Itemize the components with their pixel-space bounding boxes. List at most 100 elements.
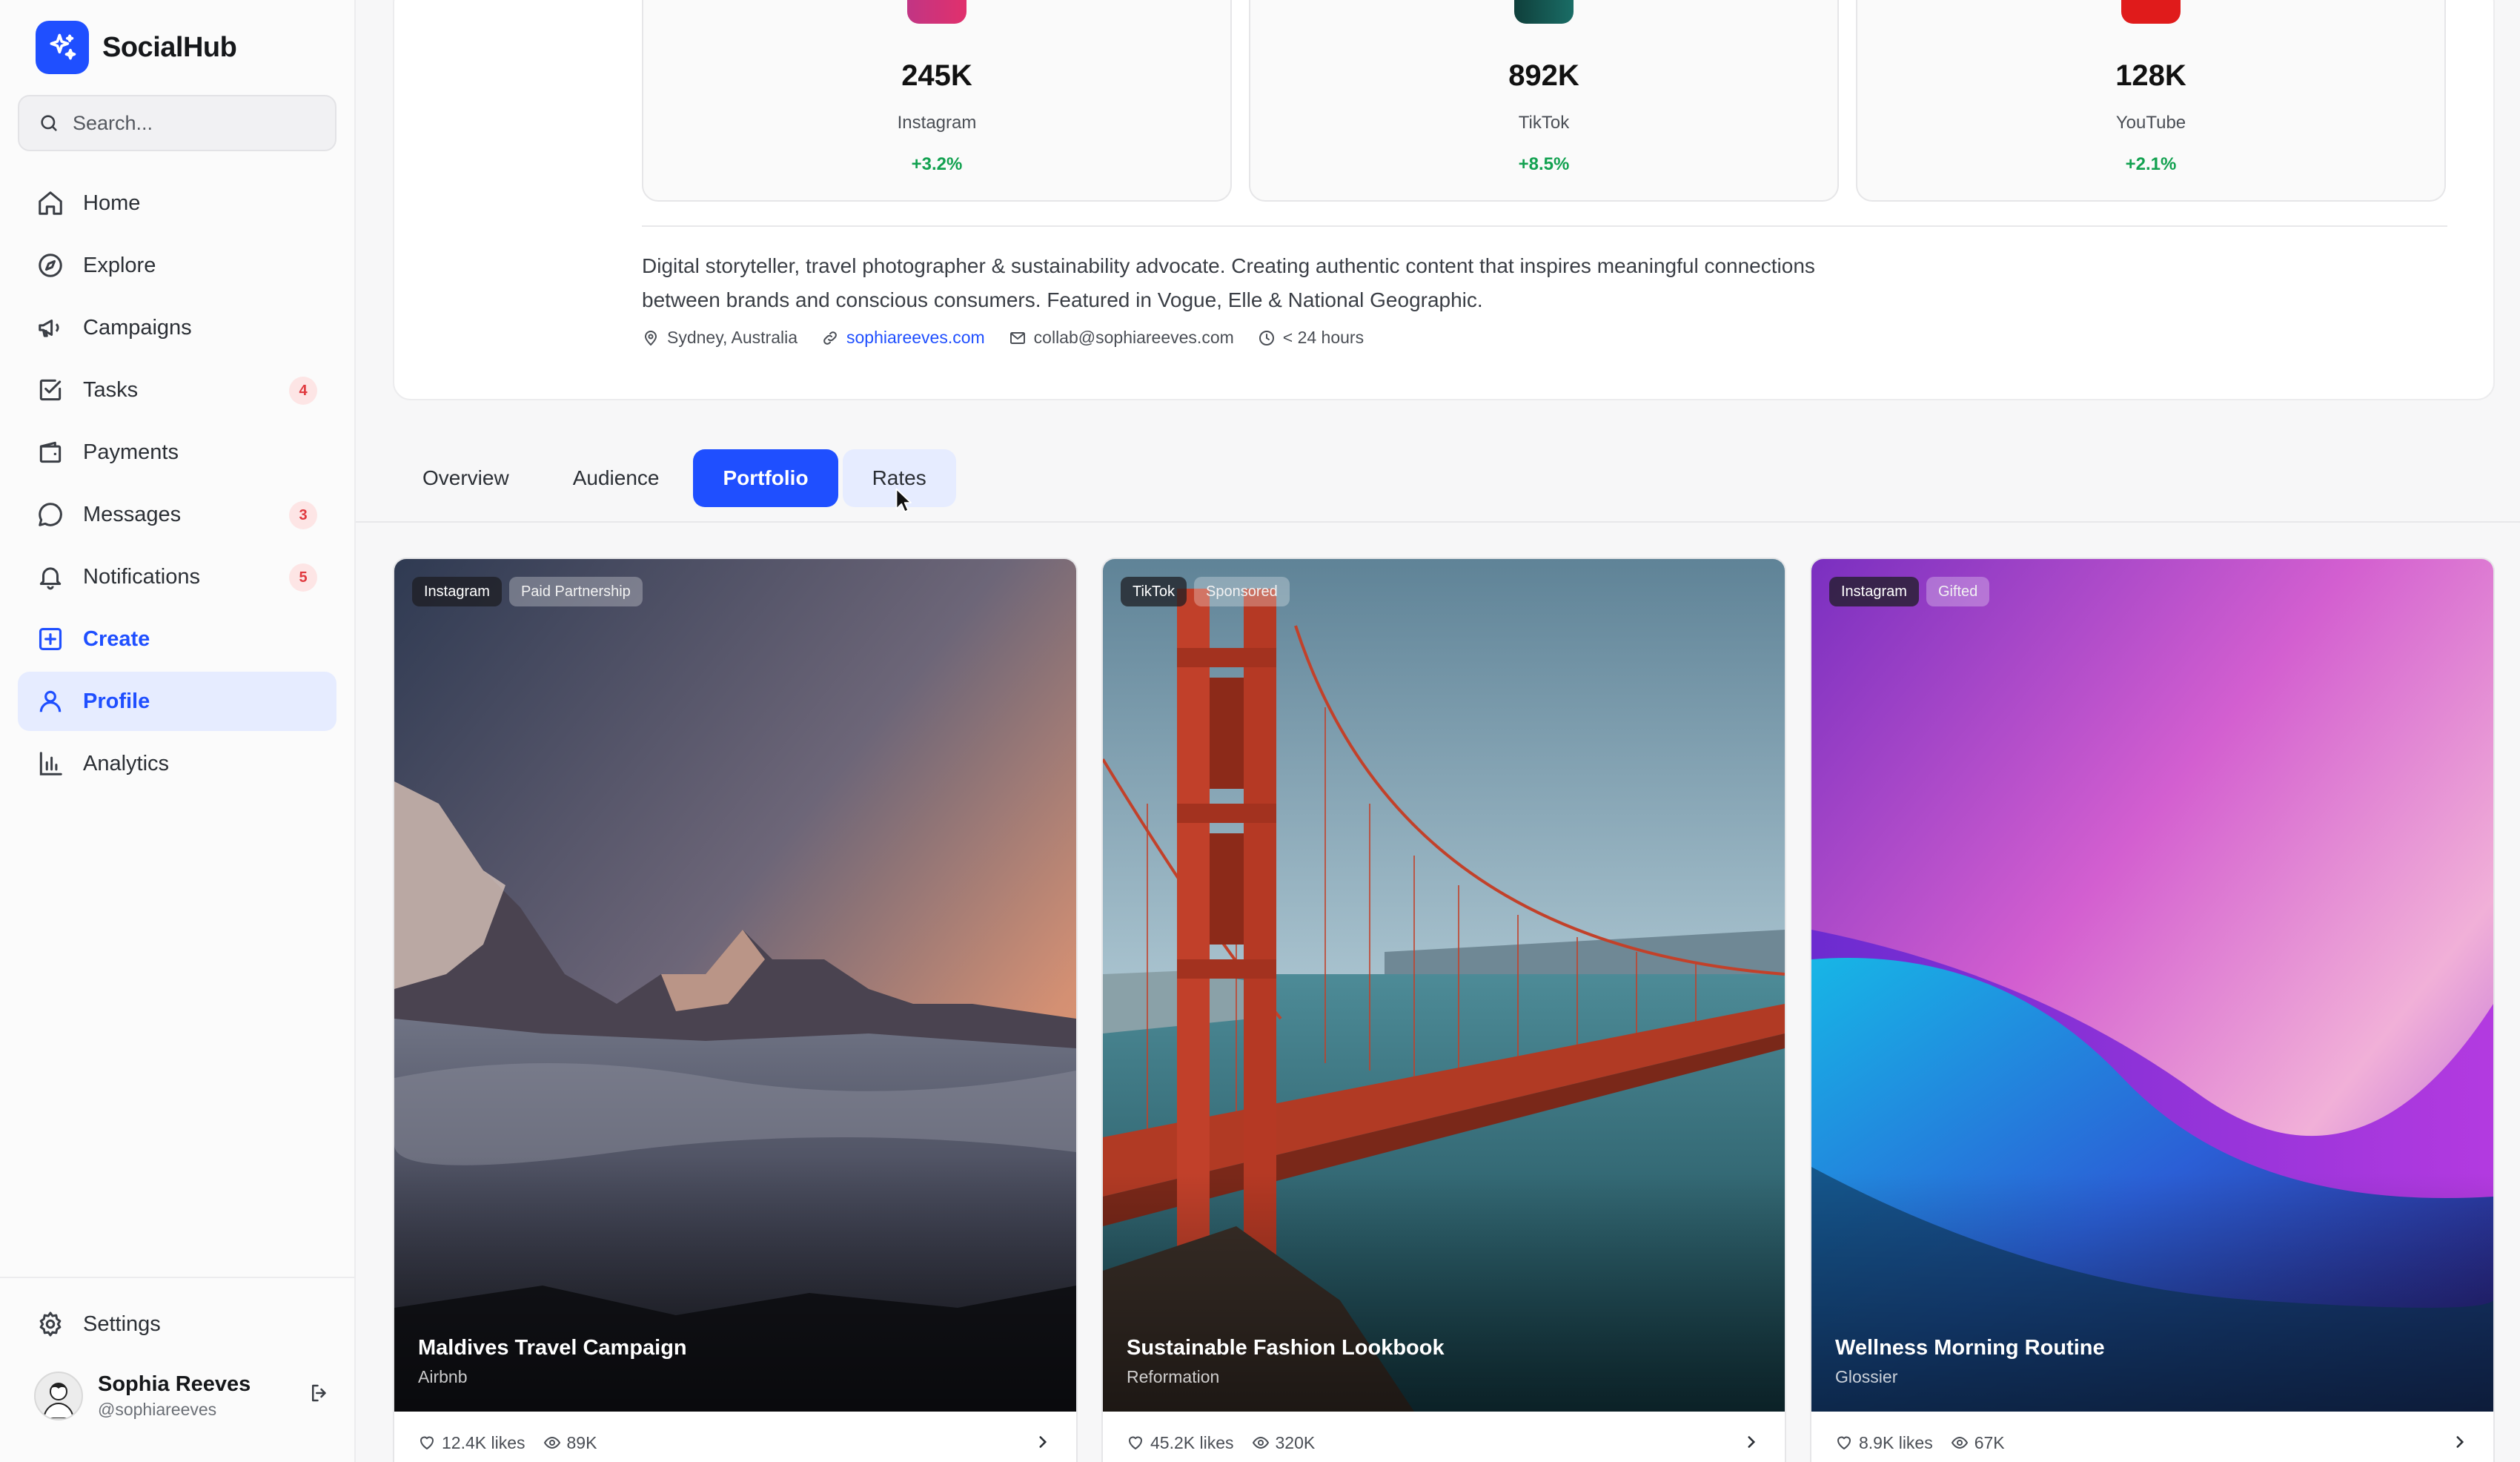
sidebar-item-label: Analytics	[83, 751, 170, 775]
sidebar-item-tasks[interactable]: Tasks 4	[18, 360, 336, 420]
search-input[interactable]	[73, 111, 310, 135]
tab-audience[interactable]: Audience	[543, 449, 689, 507]
settings-nav: Settings	[18, 1294, 336, 1357]
sidebar-item-explore[interactable]: Explore	[18, 236, 336, 295]
app-name: SocialHub	[102, 31, 237, 63]
sidebar-item-profile[interactable]: Profile	[18, 672, 336, 731]
likes-count: 12.4K likes	[442, 1432, 525, 1452]
likes-count: 45.2K likes	[1150, 1432, 1234, 1452]
likes-stat: 8.9K likes	[1835, 1433, 1933, 1453]
user-name: Sophia Reeves	[98, 1372, 251, 1396]
portfolio-card[interactable]: Instagram Paid Partnership Maldives Trav…	[393, 558, 1078, 1462]
chevron-right-icon[interactable]	[1742, 1432, 1761, 1452]
eye-icon	[1252, 1436, 1269, 1449]
likes-stat: 45.2K likes	[1127, 1433, 1234, 1453]
sidebar-item-campaigns[interactable]: Campaigns	[18, 298, 336, 357]
sidebar-item-create[interactable]: Create	[18, 609, 336, 669]
card-footer: 12.4K likes 89K	[418, 1426, 1052, 1459]
card-tags: Instagram Gifted	[1829, 577, 1997, 606]
brand[interactable]: SocialHub	[36, 21, 237, 74]
platform-tag: Instagram	[1829, 577, 1919, 606]
sidebar-item-analytics[interactable]: Analytics	[18, 734, 336, 793]
checkbox-icon	[34, 374, 67, 406]
instagram-icon	[907, 0, 966, 24]
website-text: sophiareeves.com	[846, 328, 985, 347]
compass-icon	[34, 249, 67, 282]
sidebar-item-label: Profile	[83, 689, 150, 713]
clock-icon	[1259, 330, 1274, 345]
sidebar-item-label: Home	[83, 191, 141, 215]
stat-growth: +3.2%	[911, 154, 963, 174]
chat-icon	[34, 498, 67, 531]
search-box[interactable]	[18, 95, 336, 151]
card-tags: Instagram Paid Partnership	[412, 577, 650, 606]
sidebar-item-label: Settings	[83, 1312, 161, 1336]
sidebar: SocialHub Home Explore Campaigns Tasks 4…	[0, 0, 356, 1462]
website-link[interactable]: sophiareeves.com	[821, 328, 985, 348]
card-title: Maldives Travel Campaign	[418, 1336, 687, 1360]
tab-portfolio[interactable]: Portfolio	[693, 449, 838, 507]
platform-tag: Instagram	[412, 577, 502, 606]
sidebar-item-settings[interactable]: Settings	[18, 1294, 336, 1354]
stat-value: 128K	[2115, 59, 2186, 92]
tab-overview[interactable]: Overview	[393, 449, 539, 507]
sidebar-item-notifications[interactable]: Notifications 5	[18, 547, 336, 606]
logout-icon[interactable]	[308, 1382, 331, 1408]
heart-icon	[420, 1436, 434, 1449]
sidebar-item-label: Campaigns	[83, 315, 192, 340]
card-brand: Glossier	[1835, 1367, 1898, 1386]
chevron-right-icon[interactable]	[2450, 1432, 2470, 1452]
sparkle-logo-icon	[36, 21, 89, 74]
search-icon	[41, 115, 57, 131]
avatar[interactable]	[34, 1372, 83, 1420]
sidebar-item-label: Explore	[83, 253, 156, 277]
card-footer: 8.9K likes 67K	[1835, 1426, 2470, 1459]
portfolio-image	[394, 559, 1076, 1412]
card-brand: Reformation	[1127, 1367, 1220, 1386]
bar-chart-icon	[34, 747, 67, 780]
eye-icon	[1951, 1436, 1968, 1449]
chevron-right-icon[interactable]	[1033, 1432, 1052, 1452]
email-text: collab@sophiareeves.com	[1033, 328, 1234, 347]
sidebar-item-payments[interactable]: Payments	[18, 423, 336, 482]
sidebar-item-messages[interactable]: Messages 3	[18, 485, 336, 544]
heart-icon	[1837, 1436, 1851, 1449]
stat-card-youtube: 128K YouTube +2.1%	[1856, 0, 2446, 202]
portfolio-card[interactable]: TikTok Sponsored Sustainable Fashion Loo…	[1101, 558, 1786, 1462]
stat-growth: +8.5%	[1518, 154, 1570, 174]
views-count: 89K	[566, 1432, 597, 1452]
youtube-icon	[2121, 0, 2181, 24]
stat-platform: TikTok	[1518, 113, 1570, 133]
response-time-text: < 24 hours	[1282, 328, 1365, 347]
location-meta: Sydney, Australia	[642, 328, 798, 348]
mail-icon	[1009, 331, 1025, 344]
views-stat: 67K	[1951, 1433, 2005, 1453]
tabs-divider	[356, 521, 2520, 523]
profile-tabs: Overview Audience Portfolio Rates	[393, 449, 961, 507]
heart-icon	[1129, 1436, 1142, 1449]
user-icon	[34, 685, 67, 718]
stat-platform: Instagram	[897, 113, 977, 133]
card-footer: 45.2K likes 320K	[1127, 1426, 1761, 1459]
email-meta[interactable]: collab@sophiareeves.com	[1009, 328, 1234, 348]
sidebar-item-home[interactable]: Home	[18, 173, 336, 233]
profile-meta: Sydney, Australia sophiareeves.com colla…	[642, 328, 1387, 348]
type-tag: Gifted	[1926, 577, 1990, 606]
stat-value: 245K	[901, 59, 972, 92]
card-tags: TikTok Sponsored	[1121, 577, 1297, 606]
response-time-meta: < 24 hours	[1258, 328, 1364, 348]
portfolio-card[interactable]: Instagram Gifted Wellness Morning Routin…	[1810, 558, 2495, 1462]
profile-card: 245K Instagram +3.2% 892K TikTok +8.5% 1…	[393, 0, 2495, 400]
views-count: 67K	[1974, 1432, 2005, 1452]
tasks-count-badge: 4	[289, 377, 317, 405]
main-content: 245K Instagram +3.2% 892K TikTok +8.5% 1…	[356, 0, 2520, 1462]
bell-icon	[34, 560, 67, 593]
card-title: Sustainable Fashion Lookbook	[1127, 1336, 1445, 1360]
tiktok-icon	[1514, 0, 1574, 24]
wallet-icon	[34, 436, 67, 469]
portfolio-image	[1811, 559, 2493, 1412]
user-handle: @sophiareeves	[98, 1400, 217, 1419]
stat-card-instagram: 245K Instagram +3.2%	[642, 0, 1232, 202]
stat-value: 892K	[1508, 59, 1579, 92]
sidebar-item-label: Messages	[83, 502, 182, 526]
